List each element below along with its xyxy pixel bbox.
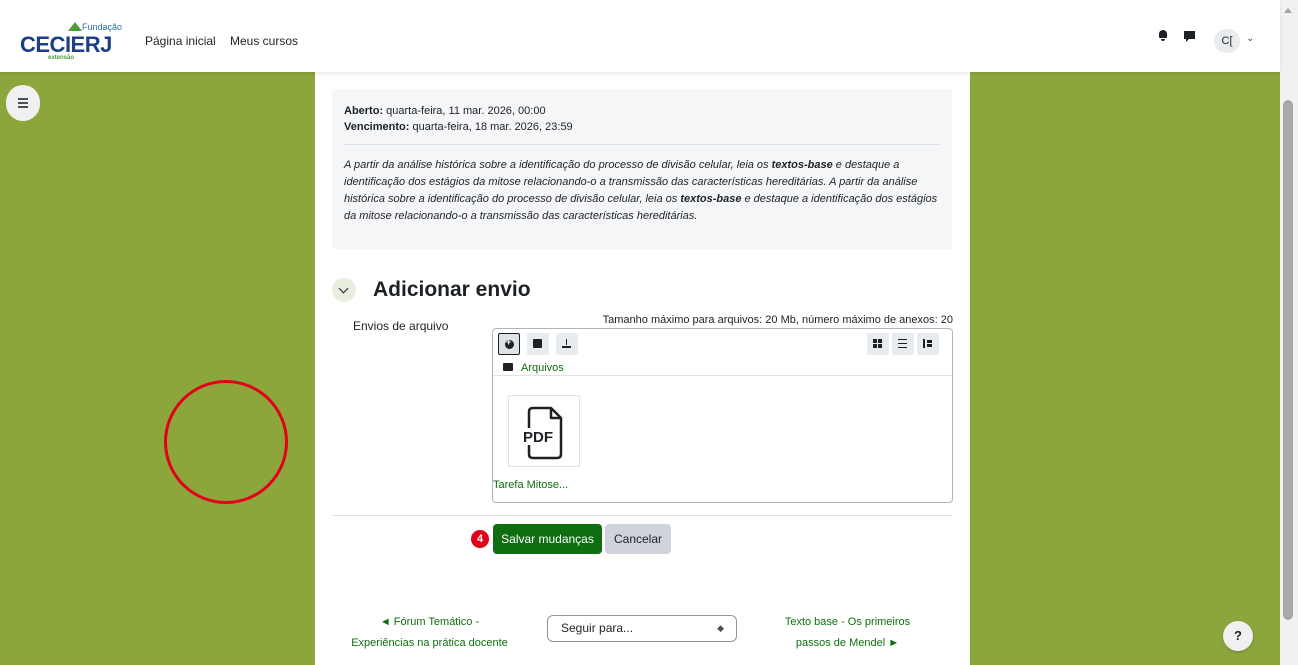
- top-navbar: Fundação CECIERJ extensão Página inicial…: [0, 0, 1280, 72]
- page-scrollbar[interactable]: [1280, 0, 1298, 665]
- form-divider: [332, 515, 952, 516]
- main-content: Aberto: quarta-feira, 11 mar. 2026, 00:0…: [315, 72, 970, 665]
- jump-to-select[interactable]: Seguir para... ◆: [547, 615, 737, 642]
- logo-triangle-icon: [68, 22, 82, 31]
- description-bold-text: textos-base: [771, 159, 833, 171]
- folder-icon: [503, 363, 513, 371]
- folder-icon: [533, 339, 542, 348]
- previous-activity-line1: ◄ Fórum Temático -: [379, 616, 480, 628]
- section-title: Adicionar envio: [373, 278, 531, 301]
- site-logo[interactable]: Fundação CECIERJ extensão: [20, 22, 122, 64]
- jump-to-selected-value: Seguir para...: [561, 621, 634, 635]
- section-header: Adicionar envio: [332, 276, 531, 304]
- file-manager-toolbar: [493, 329, 952, 359]
- select-caret-icon: ◆: [717, 623, 724, 633]
- assignment-description: A partir da análise histórica sobre a id…: [344, 157, 940, 225]
- pdf-type-label: PDF: [523, 429, 553, 446]
- list-icon-line: [18, 106, 28, 108]
- nav-link-my-courses[interactable]: Meus cursos: [230, 34, 298, 48]
- file-submissions-label: Envios de arquivo: [353, 319, 449, 333]
- path-folder-link[interactable]: Arquivos: [521, 362, 564, 374]
- save-changes-button[interactable]: Salvar mudanças: [493, 524, 602, 554]
- due-date-value: quarta-feira, 18 mar. 2026, 23:59: [409, 121, 573, 133]
- nav-link-home[interactable]: Página inicial: [145, 34, 216, 48]
- file-manager: Arquivos PDF Tarefa Mitose...: [492, 328, 953, 503]
- create-folder-button[interactable]: [527, 333, 549, 355]
- add-file-icon: [505, 337, 514, 349]
- scroll-up-arrow-icon[interactable]: [1284, 8, 1292, 13]
- messages-chat-icon[interactable]: [1184, 31, 1195, 42]
- previous-activity-link[interactable]: ◄ Fórum Temático - Experiências na práti…: [342, 612, 517, 654]
- previous-activity-line2: Experiências na prática docente: [351, 637, 508, 649]
- assignment-info-box: Aberto: quarta-feira, 11 mar. 2026, 00:0…: [332, 89, 952, 249]
- step-number-badge: 4: [471, 530, 489, 548]
- due-date: Vencimento: quarta-feira, 18 mar. 2026, …: [344, 119, 940, 135]
- upload-limits-text: Tamanho máximo para arquivos: 20 Mb, núm…: [602, 314, 953, 326]
- cancel-button[interactable]: Cancelar: [605, 524, 671, 554]
- scrollbar-thumb[interactable]: [1283, 100, 1293, 620]
- annotation-highlight-circle: [164, 380, 288, 504]
- pdf-file-icon: PDF: [523, 406, 563, 460]
- opened-date-label: Aberto:: [344, 105, 384, 117]
- logo-top-text: Fundação: [82, 22, 123, 32]
- list-icon-line: [18, 98, 28, 100]
- help-button[interactable]: ?: [1223, 621, 1253, 651]
- file-manager-path: Arquivos: [493, 359, 952, 376]
- next-activity-line2: passos de Mendel ►: [795, 637, 900, 649]
- list-view-icon: [898, 339, 907, 348]
- view-tree-button[interactable]: [917, 333, 939, 355]
- notifications-bell-icon[interactable]: [1158, 30, 1168, 41]
- next-activity-line1: Texto base - Os primeiros: [784, 616, 911, 628]
- list-icon-line: [18, 102, 28, 104]
- opened-date-value: quarta-feira, 11 mar. 2026, 00:00: [383, 105, 546, 117]
- download-icon: [562, 339, 571, 348]
- file-tile[interactable]: PDF: [508, 395, 580, 467]
- grid-view-icon: [873, 339, 882, 348]
- logo-bottom-text: extensão: [48, 55, 75, 61]
- opened-date: Aberto: quarta-feira, 11 mar. 2026, 00:0…: [344, 103, 940, 119]
- download-all-button[interactable]: [556, 333, 578, 355]
- course-index-toggle-button[interactable]: [6, 85, 40, 121]
- due-date-label: Vencimento:: [344, 121, 410, 133]
- view-list-button[interactable]: [892, 333, 914, 355]
- add-file-button[interactable]: [498, 333, 520, 355]
- collapse-chevron-icon[interactable]: [332, 278, 356, 302]
- user-avatar[interactable]: C[: [1214, 29, 1240, 53]
- tree-view-icon: [923, 339, 932, 348]
- view-icons-button[interactable]: [867, 333, 889, 355]
- user-menu-chevron-down-icon[interactable]: ⌄: [1246, 33, 1254, 44]
- file-name-link[interactable]: Tarefa Mitose...: [493, 479, 568, 491]
- description-text: A partir da análise histórica sobre a id…: [344, 159, 772, 171]
- description-bold-text-repeat: textos-base: [680, 193, 742, 205]
- next-activity-link[interactable]: Texto base - Os primeiros passos de Mend…: [765, 612, 930, 654]
- info-divider: [344, 144, 940, 145]
